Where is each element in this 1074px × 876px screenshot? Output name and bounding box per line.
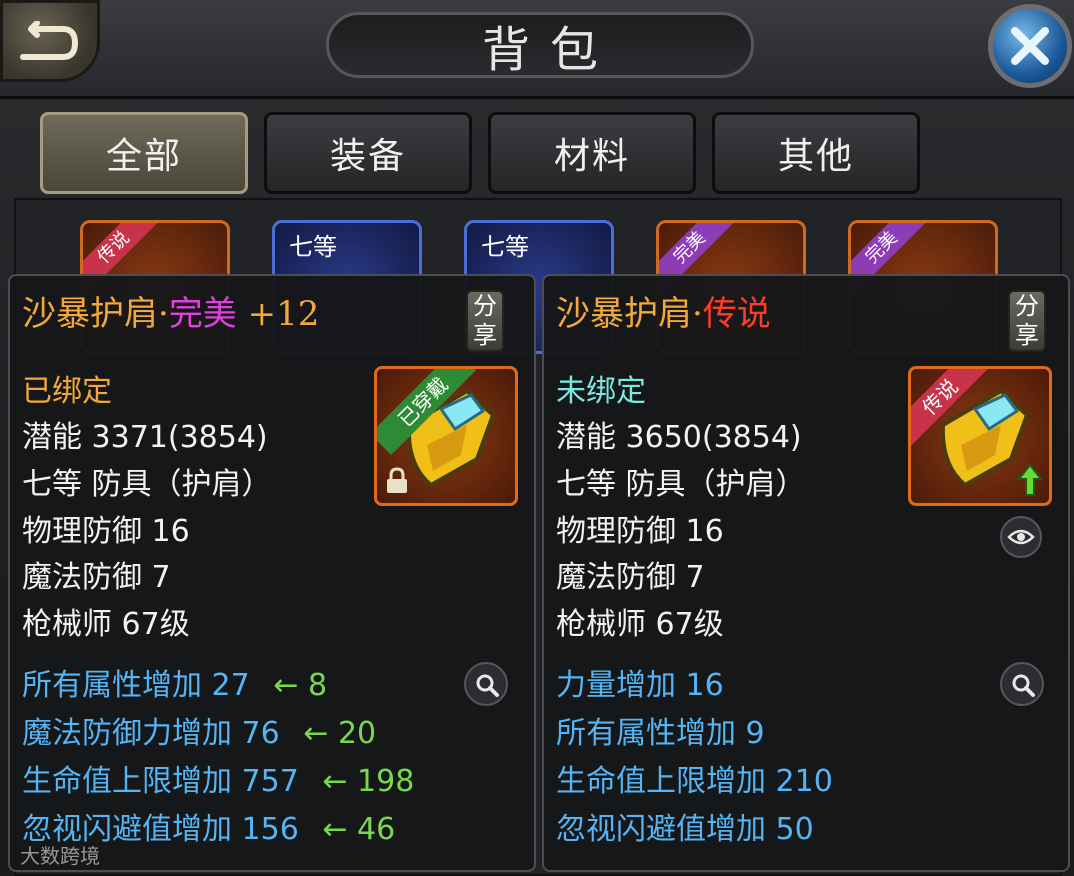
equipped-item-tooltip: 沙暴护肩·完美 +12 分享 已穿戴 已绑定 潜能 3371(3854) 七等 …: [8, 274, 536, 872]
bonus-text: 生命值上限增加 757: [22, 764, 299, 799]
share-button[interactable]: 分享: [1008, 290, 1046, 352]
tab-materials[interactable]: 材料: [488, 112, 696, 194]
potential-stat: 潜能 3371(3854): [22, 420, 268, 455]
title-plate: 背包: [326, 12, 754, 78]
item-type: 七等 防具（护肩）: [556, 467, 806, 502]
bonus-text: 魔法防御力增加 76: [22, 716, 280, 751]
bind-status: 未绑定: [556, 374, 646, 409]
bonus-line: 所有属性增加 9: [556, 716, 765, 751]
close-button[interactable]: [988, 4, 1072, 88]
grade-label: 七等: [289, 233, 337, 261]
title-separator: ·: [158, 294, 169, 334]
potential-stat: 潜能 3650(3854): [556, 420, 802, 455]
grade-label: 七等: [481, 233, 529, 261]
magnifier-icon: [476, 674, 499, 697]
enhance-level: +12: [247, 294, 320, 334]
bonus-line: 生命值上限增加 210: [556, 764, 833, 799]
item-type: 七等 防具（护肩）: [22, 467, 272, 502]
back-button[interactable]: [0, 0, 100, 82]
title-separator: ·: [692, 294, 703, 334]
watermark: 大数跨境: [20, 844, 100, 868]
physical-defense-stat: 物理防御 16: [22, 514, 190, 549]
close-x-icon: [1011, 27, 1049, 65]
lock-icon: [387, 467, 407, 493]
bonus-line: 生命值上限增加 757 ← 198: [22, 762, 414, 802]
tab-all[interactable]: 全部: [40, 112, 248, 194]
magic-defense-stat: 魔法防御 7: [556, 560, 705, 595]
bonus-text: 所有属性增加 27: [22, 668, 250, 703]
search-button[interactable]: [1000, 662, 1044, 706]
bonus-line: 忽视闪避值增加 50: [556, 812, 814, 847]
item-name: 沙暴护肩: [556, 294, 692, 334]
bonus-line: 力量增加 16: [556, 668, 724, 703]
eye-icon: [1007, 529, 1035, 545]
item-icon-frame: 已穿戴: [374, 366, 518, 506]
compared-item-tooltip: 沙暴护肩·传说 分享 传说 未绑定 潜能 3650(3854) 七等 防具（护肩…: [542, 274, 1070, 872]
upgrade-arrow-icon: [1017, 463, 1043, 496]
inventory-window: 背包 全部 装备 材料 其他 传说 七等 七等 完美 完美 沙暴护肩·完美 +1…: [0, 0, 1074, 876]
bonus-line: 魔法防御力增加 76 ← 20: [22, 714, 376, 754]
magnifier-icon: [1012, 674, 1035, 697]
class-requirement: 枪械师 67级: [22, 607, 190, 642]
back-arrow-icon: [20, 21, 78, 60]
item-title: 沙暴护肩·传说: [556, 286, 771, 335]
search-button[interactable]: [464, 662, 508, 706]
tab-equipment[interactable]: 装备: [264, 112, 472, 194]
bonus-compare: ← 198: [322, 764, 415, 799]
class-requirement: 枪械师 67级: [556, 607, 724, 642]
preview-button[interactable]: [1000, 516, 1042, 558]
bind-status: 已绑定: [22, 374, 112, 409]
item-quality: 传说: [702, 294, 771, 334]
bonus-compare: ← 8: [273, 668, 328, 703]
bonus-compare: ← 46: [322, 812, 396, 847]
magic-defense-stat: 魔法防御 7: [22, 560, 171, 595]
item-icon-frame[interactable]: 传说: [908, 366, 1052, 506]
bonus-line: 所有属性增加 27 ← 8: [22, 666, 327, 706]
item-name: 沙暴护肩: [22, 294, 158, 334]
item-title: 沙暴护肩·完美 +12: [22, 286, 319, 335]
share-button[interactable]: 分享: [466, 290, 504, 352]
physical-defense-stat: 物理防御 16: [556, 514, 724, 549]
bonus-compare: ← 20: [303, 716, 377, 751]
item-quality: 完美: [168, 294, 237, 334]
tab-other[interactable]: 其他: [712, 112, 920, 194]
window-title: 背包: [481, 22, 618, 78]
